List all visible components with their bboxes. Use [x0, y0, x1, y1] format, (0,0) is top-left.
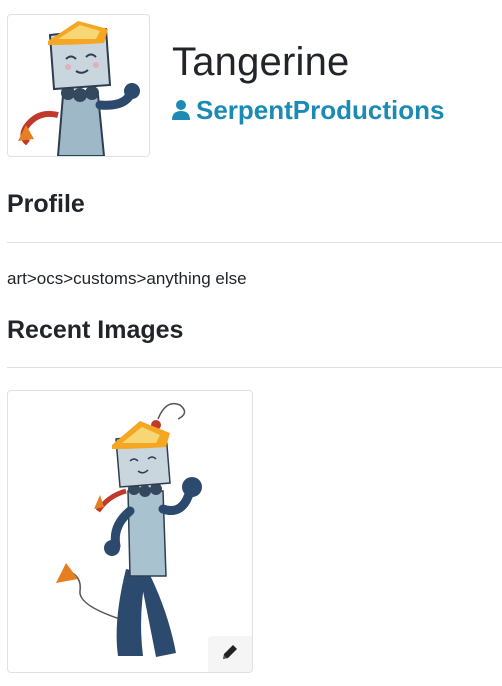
recent-images-heading: Recent Images — [7, 316, 184, 344]
recent-images-divider — [7, 367, 502, 368]
avatar-character-drawing — [18, 21, 140, 156]
profile-heading: Profile — [7, 190, 85, 218]
character-avatar[interactable] — [7, 14, 150, 157]
character-header: Tangerine SerpentProductions — [0, 0, 502, 170]
recent-image-card[interactable] — [7, 390, 253, 673]
pencil-icon — [220, 642, 240, 667]
profile-text: art>ocs>customs>anything else — [7, 269, 247, 288]
character-name: Tangerine — [172, 40, 350, 84]
profile-divider — [7, 242, 502, 243]
recent-image-drawing — [56, 402, 202, 657]
user-icon — [172, 100, 190, 120]
owner-link[interactable]: SerpentProductions — [172, 94, 444, 126]
owner-name: SerpentProductions — [196, 95, 445, 125]
edit-image-button[interactable] — [208, 636, 252, 672]
